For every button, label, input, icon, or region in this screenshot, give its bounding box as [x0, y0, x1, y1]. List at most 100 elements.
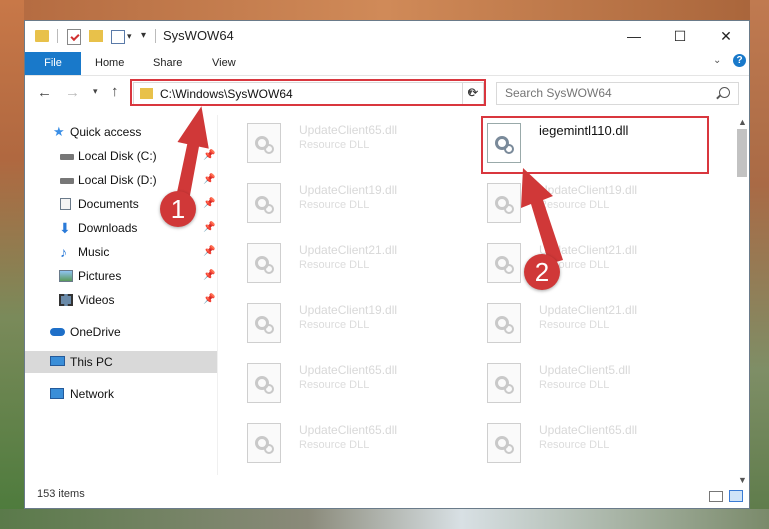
dll-file-icon [247, 123, 281, 163]
view-icon[interactable] [111, 30, 125, 44]
pin-icon[interactable]: 📌 [203, 241, 215, 263]
help-icon[interactable]: ? [733, 54, 746, 67]
star-icon: ★ [53, 124, 65, 139]
maximize-button[interactable]: ☐ [657, 21, 703, 51]
pictures-icon [59, 270, 73, 282]
file-name: UpdateClient65.dll [299, 363, 398, 377]
step-1-badge: 1 [160, 191, 196, 227]
step-2-badge: 2 [524, 254, 560, 290]
pin-icon[interactable]: 📌 [203, 265, 215, 287]
dll-file-icon [487, 363, 521, 403]
item-count: 153 items [37, 488, 85, 500]
sidebar-item-label: Pictures [78, 269, 122, 283]
drive-icon [60, 178, 74, 184]
file-item[interactable]: UpdateClient19.dll Resource DLL [247, 301, 477, 357]
file-item[interactable]: UpdateClient65.dll Resource DLL [247, 421, 477, 475]
large-icons-view-icon[interactable] [729, 490, 743, 502]
desktop-background-right [750, 0, 769, 529]
dll-file-icon [487, 423, 521, 463]
tab-share[interactable]: Share [153, 52, 182, 75]
sidebar-item-label: Videos [78, 293, 115, 307]
dll-file-icon [247, 183, 281, 223]
file-type: Resource DLL [539, 319, 610, 331]
desktop-background-top [0, 0, 769, 20]
recent-locations-icon[interactable]: ▾ [93, 86, 98, 97]
sidebar-item-label: Local Disk (D:) [78, 173, 157, 187]
dll-file-icon [487, 303, 521, 343]
file-type: Resource DLL [299, 319, 370, 331]
file-item[interactable]: UpdateClient21.dll Resource DLL [487, 301, 717, 357]
tab-view[interactable]: View [212, 52, 236, 75]
details-view-icon[interactable] [709, 491, 723, 502]
network-icon [50, 388, 64, 399]
computer-icon [50, 356, 65, 366]
file-item[interactable]: UpdateClient65.dll Resource DLL [487, 421, 717, 475]
file-item[interactable]: UpdateClient19.dll Resource DLL [247, 181, 477, 237]
dll-file-icon [247, 363, 281, 403]
file-item[interactable]: UpdateClient65.dll Resource DLL [247, 121, 477, 177]
scroll-down-icon[interactable]: ▼ [738, 475, 747, 485]
pin-icon[interactable]: 📌 [203, 289, 215, 311]
file-item[interactable]: UpdateClient65.dll Resource DLL [247, 361, 477, 417]
file-name: UpdateClient5.dll [539, 363, 631, 377]
file-item[interactable]: UpdateClient21.dll Resource DLL [247, 241, 477, 297]
status-bar: 153 items [25, 486, 749, 508]
window-title: SysWOW64 [163, 28, 234, 43]
search-input[interactable] [503, 85, 707, 101]
minimize-button[interactable]: — [611, 21, 657, 51]
search-icon[interactable] [719, 87, 730, 98]
separator [155, 29, 156, 43]
sidebar-item-videos[interactable]: Videos 📌 [25, 289, 217, 311]
sidebar-item-label: Local Disk (C:) [78, 149, 157, 163]
back-arrow-icon[interactable]: ← [37, 84, 52, 101]
drive-icon [60, 154, 74, 160]
separator [57, 29, 58, 43]
sidebar-item-this-pc[interactable]: This PC [25, 351, 217, 373]
file-type: Resource DLL [539, 379, 610, 391]
sidebar-item-label: This PC [70, 355, 113, 369]
new-folder-icon[interactable] [89, 30, 103, 42]
close-button[interactable]: ✕ [703, 21, 749, 51]
sidebar-item-pictures[interactable]: Pictures 📌 [25, 265, 217, 287]
customize-toolbar-icon[interactable]: ▾ [141, 30, 146, 41]
sidebar-item-label: Documents [78, 197, 139, 211]
scrollbar-thumb[interactable] [737, 129, 747, 177]
expand-ribbon-icon[interactable]: ⌄ [713, 55, 721, 66]
desktop-background-left [0, 0, 24, 529]
cloud-icon [50, 328, 65, 336]
vertical-scrollbar[interactable]: ▲ ▼ [735, 115, 749, 489]
file-type: Resource DLL [299, 379, 370, 391]
tab-file[interactable]: File [25, 52, 81, 75]
music-icon: ♪ [60, 244, 67, 260]
file-type: Resource DLL [299, 199, 370, 211]
title-bar: ▾ ▾ SysWOW64 — ☐ ✕ [25, 21, 749, 51]
search-box[interactable] [496, 82, 739, 105]
tab-home[interactable]: Home [95, 52, 124, 75]
file-name: UpdateClient19.dll [299, 303, 398, 317]
sidebar-item-music[interactable]: ♪ Music 📌 [25, 241, 217, 263]
sidebar-item-label: Downloads [78, 221, 138, 235]
documents-icon [60, 198, 71, 210]
sidebar-item-label: Network [70, 387, 115, 401]
file-type: Resource DLL [539, 439, 610, 451]
properties-icon[interactable] [67, 29, 81, 45]
sidebar-item-label: Music [78, 245, 110, 259]
file-name: UpdateClient65.dll [539, 423, 638, 437]
file-item[interactable]: UpdateClient5.dll Resource DLL [487, 361, 717, 417]
quick-access-dropdown-icon[interactable]: ▾ [127, 31, 132, 42]
forward-arrow-icon[interactable]: → [65, 84, 80, 101]
file-name: UpdateClient19.dll [299, 183, 398, 197]
file-name: UpdateClient65.dll [299, 423, 398, 437]
sidebar-item-label: OneDrive [70, 325, 121, 339]
up-arrow-icon[interactable]: ↑ [111, 83, 119, 100]
videos-icon [59, 294, 73, 306]
file-name: UpdateClient21.dll [539, 303, 638, 317]
sidebar-item-onedrive[interactable]: OneDrive [25, 321, 217, 343]
scroll-up-icon[interactable]: ▲ [738, 117, 747, 127]
sidebar-item-network[interactable]: Network [25, 383, 217, 405]
sidebar-item-label: Quick access [70, 125, 142, 139]
file-type: Resource DLL [299, 439, 370, 451]
file-type: Resource DLL [299, 259, 370, 271]
folder-icon [35, 30, 49, 42]
file-name: UpdateClient65.dll [299, 123, 398, 137]
